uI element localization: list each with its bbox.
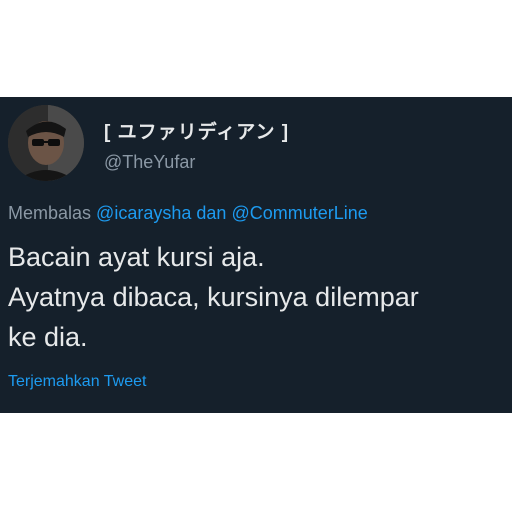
mention-link-1[interactable]: @icaraysha [96,203,191,223]
avatar-image [8,105,84,181]
reply-prefix: Membalas [8,203,92,223]
reply-context: Membalas @icaraysha dan @CommuterLine [8,203,368,224]
translate-tweet-link[interactable]: Terjemahkan Tweet [8,373,146,391]
user-handle[interactable]: @TheYufar [104,152,195,173]
tweet-text-line: Ayatnya dibaca, kursinya dilempar [8,282,419,312]
mention-link-2[interactable]: @CommuterLine [231,203,367,223]
avatar[interactable] [8,105,84,181]
tweet-text: Bacain ayat kursi aja. Ayatnya dibaca, k… [8,237,508,357]
tweet-card: [ ユファリディアン ] @TheYufar Membalas @icarays… [0,97,512,413]
tweet-text-line: ke dia. [8,322,88,352]
display-name[interactable]: [ ユファリディアン ] [104,117,289,144]
reply-joiner: dan [196,203,227,223]
tweet-text-line: Bacain ayat kursi aja. [8,242,265,272]
